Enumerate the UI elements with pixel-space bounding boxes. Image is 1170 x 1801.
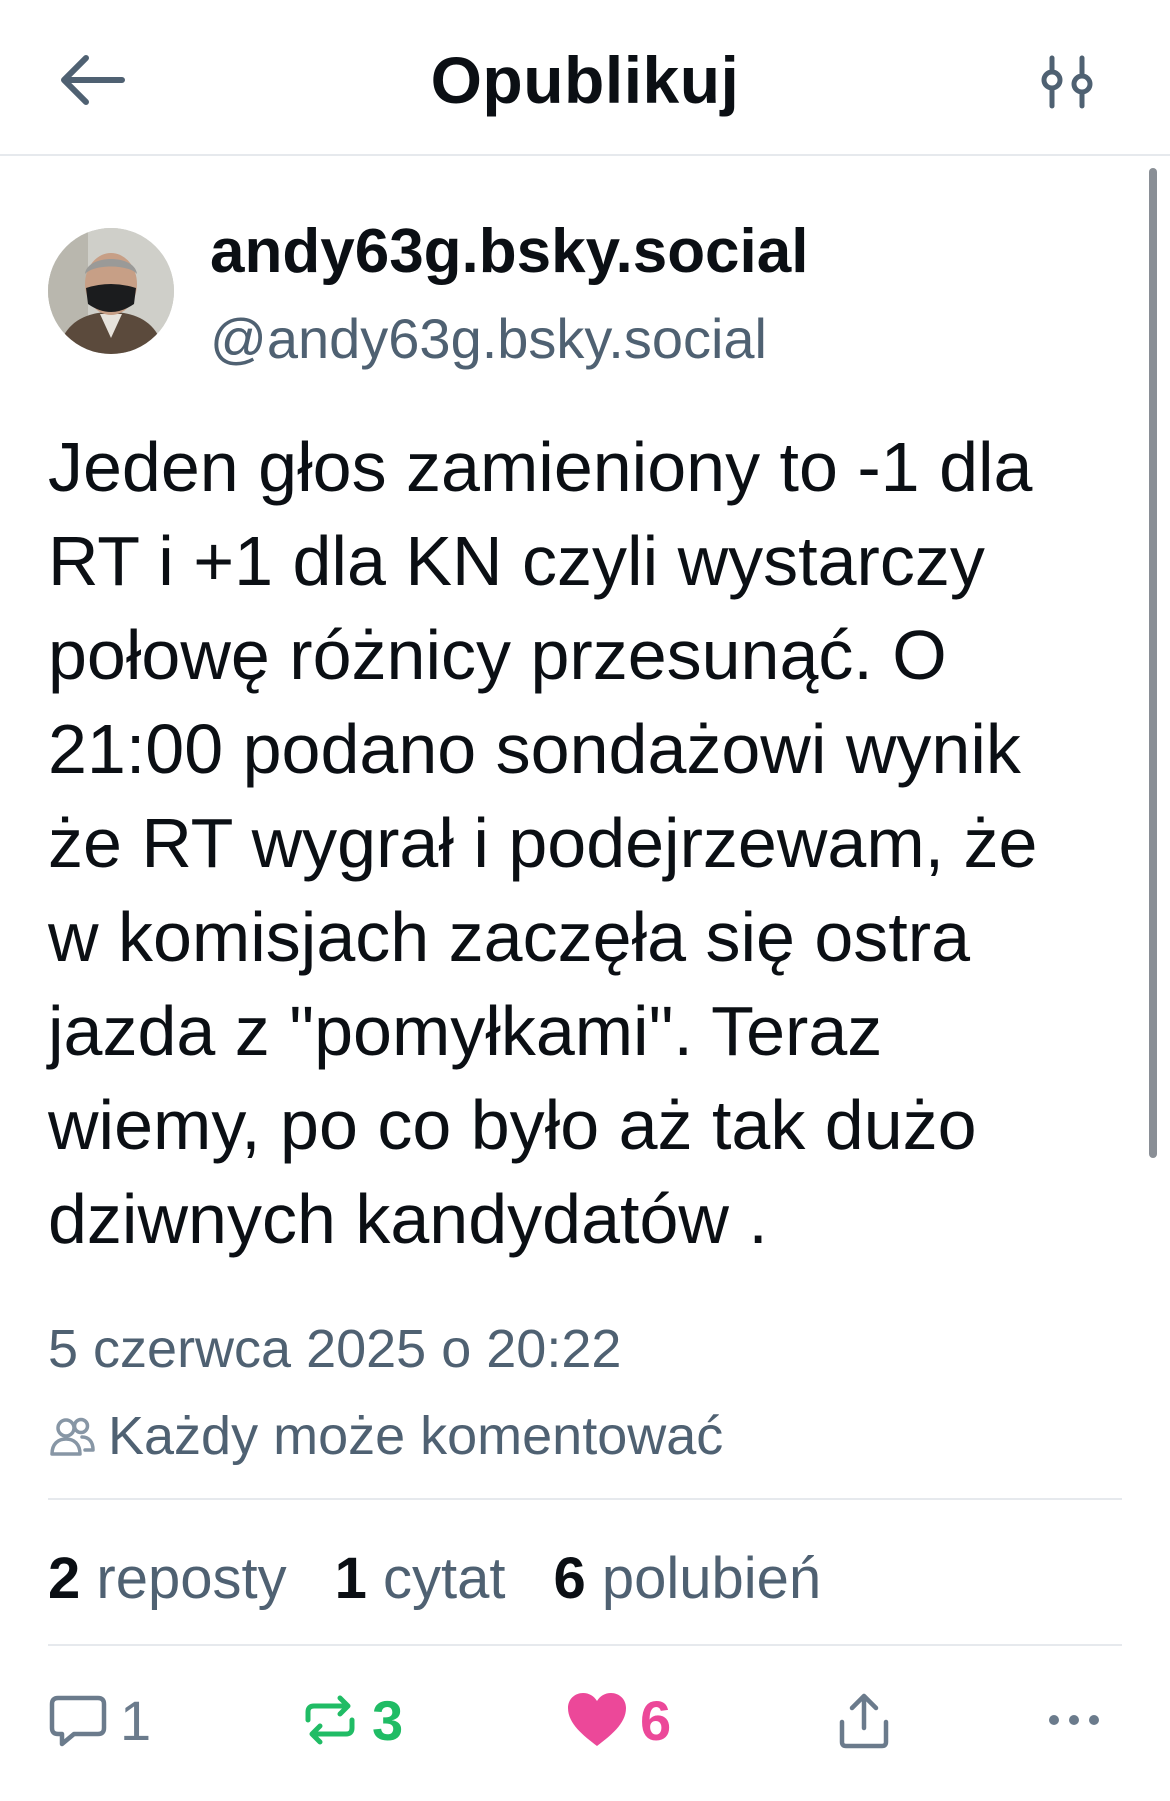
comment-icon bbox=[49, 1695, 107, 1747]
likes-stat[interactable]: 6 polubień bbox=[553, 1545, 821, 1612]
sliders-icon[interactable] bbox=[1040, 54, 1096, 110]
share-button[interactable] bbox=[836, 1680, 892, 1760]
share-icon bbox=[839, 1693, 889, 1749]
like-count: 6 bbox=[640, 1688, 672, 1752]
ellipsis-icon bbox=[1049, 1715, 1099, 1725]
reply-button[interactable]: 1 bbox=[48, 1680, 151, 1760]
scrollbar[interactable] bbox=[1149, 168, 1157, 1158]
post-text: Jeden głos zamieniony to -1 dla RT i +1 … bbox=[48, 428, 1038, 1258]
likes-label: polubień bbox=[601, 1545, 822, 1611]
repost-button[interactable]: 3 bbox=[300, 1680, 403, 1760]
quotes-stat[interactable]: 1 cytat bbox=[335, 1545, 506, 1612]
avatar[interactable] bbox=[48, 228, 174, 354]
quotes-count: 1 bbox=[334, 1545, 367, 1611]
post-timestamp: 5 czerwca 2025 o 20:22 bbox=[48, 1319, 622, 1379]
post-actions: 1 3 6 bbox=[0, 1680, 1170, 1760]
likes-count: 6 bbox=[553, 1545, 586, 1611]
like-button[interactable]: 6 bbox=[566, 1680, 671, 1760]
header: Opublikuj bbox=[0, 0, 1170, 156]
users-icon bbox=[50, 1417, 95, 1456]
reposts-count: 2 bbox=[48, 1545, 81, 1611]
author-handle[interactable]: @andy63g.bsky.social bbox=[210, 306, 767, 371]
reposts-label: reposty bbox=[96, 1545, 287, 1611]
quotes-label: cytat bbox=[382, 1545, 506, 1611]
reply-setting: Każdy może komentować bbox=[48, 1404, 723, 1468]
repost-icon bbox=[305, 1695, 355, 1745]
author-display-name[interactable]: andy63g.bsky.social bbox=[210, 216, 808, 287]
divider bbox=[48, 1644, 1122, 1646]
repost-count: 3 bbox=[372, 1688, 404, 1752]
divider bbox=[48, 1498, 1122, 1500]
reply-setting-label: Każdy może komentować bbox=[108, 1406, 724, 1466]
more-options-button[interactable] bbox=[1046, 1680, 1102, 1760]
post-stats: 2 reposty 1 cytat 6 polubień bbox=[48, 1538, 869, 1618]
heart-icon bbox=[568, 1693, 626, 1746]
page-title: Opublikuj bbox=[430, 43, 740, 117]
reposts-stat[interactable]: 2 reposty bbox=[48, 1545, 287, 1612]
avatar-photo bbox=[48, 228, 174, 354]
reply-count: 1 bbox=[120, 1688, 152, 1752]
